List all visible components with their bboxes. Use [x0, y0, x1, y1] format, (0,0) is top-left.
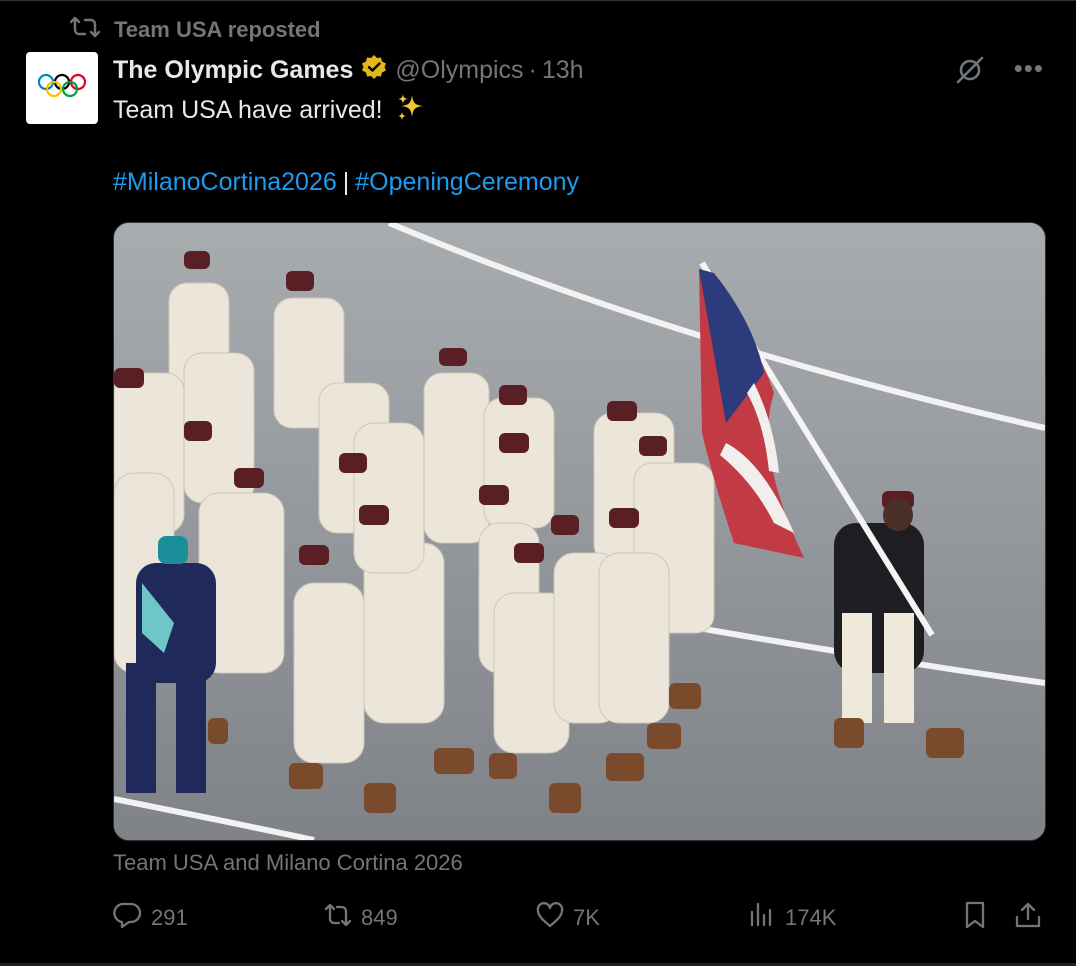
hashtags: #MilanoCortina2026 | #OpeningCeremony [113, 164, 579, 200]
views-button[interactable]: 174K [747, 898, 836, 938]
tweet-photo[interactable] [113, 222, 1046, 841]
hashtag-separator: | [342, 168, 350, 196]
repost-context[interactable]: Team USA reposted [69, 15, 321, 45]
olympic-rings-icon [37, 73, 87, 104]
photo-scene [114, 223, 1045, 840]
media-caption: Team USA and Milano Cortina 2026 [113, 850, 463, 875]
author-handle[interactable]: @Olympics [395, 56, 523, 85]
hashtag-link[interactable]: #MilanoCortina2026 [113, 168, 337, 196]
views-count: 174K [785, 905, 837, 930]
repost-icon [323, 900, 353, 936]
header-actions: ••• [954, 54, 1044, 91]
share-button[interactable] [1013, 898, 1043, 938]
author-name[interactable]: The Olympic Games [113, 56, 353, 85]
timestamp[interactable]: 13h [542, 56, 584, 85]
repost-count: 849 [361, 905, 398, 930]
action-bar: 291 849 7K 174K [113, 898, 1046, 938]
top-divider [0, 0, 1076, 1]
tweet-text: Team USA have arrived! [113, 92, 426, 128]
repost-label: Team USA reposted [114, 17, 321, 42]
tweet-header: The Olympic Games @Olympics · 13h [113, 52, 584, 88]
reply-count: 291 [151, 905, 188, 930]
hashtag-link[interactable]: #OpeningCeremony [355, 168, 579, 196]
grok-icon[interactable] [954, 54, 986, 91]
reply-button[interactable]: 291 [113, 898, 188, 938]
bookmark-icon [960, 900, 990, 936]
header-separator: · [528, 55, 537, 84]
avatar[interactable] [26, 52, 98, 124]
more-icon[interactable]: ••• [1014, 55, 1044, 81]
tweet-body: Team USA have arrived! [113, 96, 383, 124]
like-count: 7K [573, 905, 600, 930]
reply-icon [113, 900, 143, 936]
repost-icon [69, 15, 101, 45]
views-icon [747, 900, 777, 936]
like-icon [535, 900, 565, 936]
like-button[interactable]: 7K [535, 898, 600, 938]
repost-button[interactable]: 849 [323, 898, 398, 938]
share-icon [1013, 900, 1043, 936]
verified-badge-icon [353, 54, 395, 87]
bookmark-button[interactable] [960, 898, 990, 938]
sparkles-icon [390, 94, 426, 124]
